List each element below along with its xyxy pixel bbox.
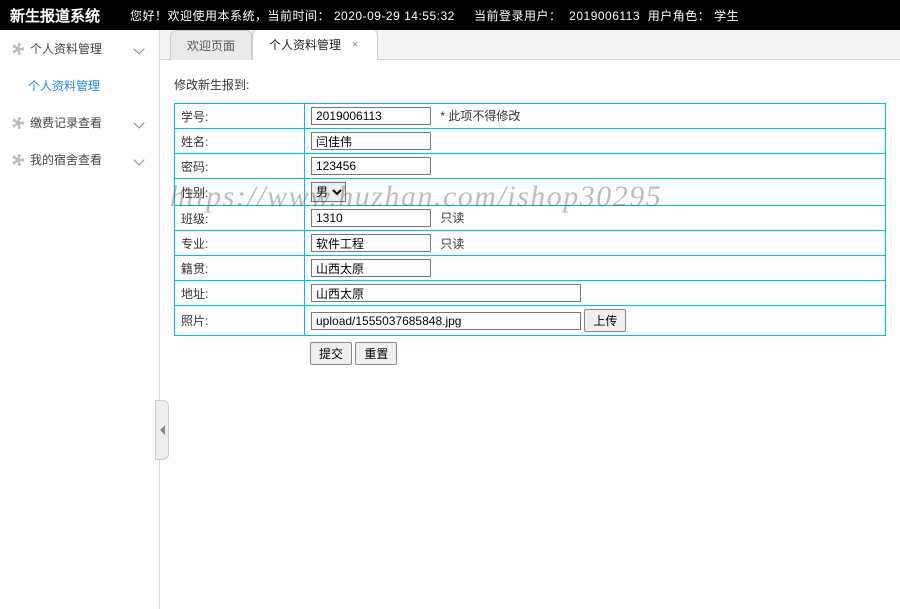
chevron-down-icon [133, 117, 144, 128]
class-input[interactable] [311, 209, 431, 227]
current-time: 2020-09-29 14:55:32 [334, 9, 455, 23]
sidebar-subitem-profile[interactable]: 个人资料管理 [0, 67, 159, 104]
photo-path-input[interactable] [311, 312, 581, 330]
label-photo: 照片: [175, 306, 305, 336]
major-readonly-note: 只读 [440, 237, 464, 251]
content-pane: 修改新生报到: 学号: * 此项不得修改 姓名: 密码: [160, 60, 900, 609]
label-gender: 性别: [175, 179, 305, 206]
gear-icon [12, 43, 24, 55]
label-address: 地址: [175, 281, 305, 306]
major-input[interactable] [311, 234, 431, 252]
sidebar: 个人资料管理 个人资料管理 缴费记录查看 我的宿舍查看 [0, 30, 160, 609]
password-input[interactable] [311, 157, 431, 175]
header-info: 您好！欢迎使用本系统，当前时间： 2020-09-29 14:55:32 当前登… [130, 7, 739, 24]
label-name: 姓名: [175, 129, 305, 154]
class-readonly-note: 只读 [440, 211, 464, 225]
gender-select[interactable]: 男 [311, 182, 346, 202]
label-major: 专业: [175, 231, 305, 256]
form-title: 修改新生报到: [174, 70, 886, 103]
tab-profile[interactable]: 个人资料管理 × [252, 30, 378, 60]
address-input[interactable] [311, 284, 581, 302]
label-student-id: 学号: [175, 104, 305, 129]
tab-bar: 欢迎页面 个人资料管理 × [160, 30, 900, 60]
label-class: 班级: [175, 206, 305, 231]
student-id-input[interactable] [311, 107, 431, 125]
reset-button[interactable]: 重置 [355, 342, 397, 365]
sidebar-item-dorm[interactable]: 我的宿舍查看 [0, 141, 159, 178]
submit-button[interactable]: 提交 [310, 342, 352, 365]
sidebar-item-payment[interactable]: 缴费记录查看 [0, 104, 159, 141]
login-user: 2019006113 [569, 9, 640, 23]
label-origin: 籍贯: [175, 256, 305, 281]
chevron-down-icon [133, 154, 144, 165]
sidebar-item-profile[interactable]: 个人资料管理 [0, 30, 159, 67]
chevron-down-icon [133, 43, 144, 54]
user-role: 学生 [714, 9, 739, 23]
label-password: 密码: [175, 154, 305, 179]
topbar: 新生报道系统 您好！欢迎使用本系统，当前时间： 2020-09-29 14:55… [0, 0, 900, 30]
gear-icon [12, 117, 24, 129]
profile-form: 学号: * 此项不得修改 姓名: 密码: 性别: [174, 103, 886, 336]
close-icon[interactable]: × [349, 39, 361, 51]
name-input[interactable] [311, 132, 431, 150]
brand-title: 新生报道系统 [10, 5, 100, 26]
student-id-hint: * 此项不得修改 [440, 109, 520, 123]
gear-icon [12, 154, 24, 166]
upload-button[interactable]: 上传 [584, 309, 626, 332]
tab-welcome[interactable]: 欢迎页面 [170, 30, 252, 60]
origin-input[interactable] [311, 259, 431, 277]
